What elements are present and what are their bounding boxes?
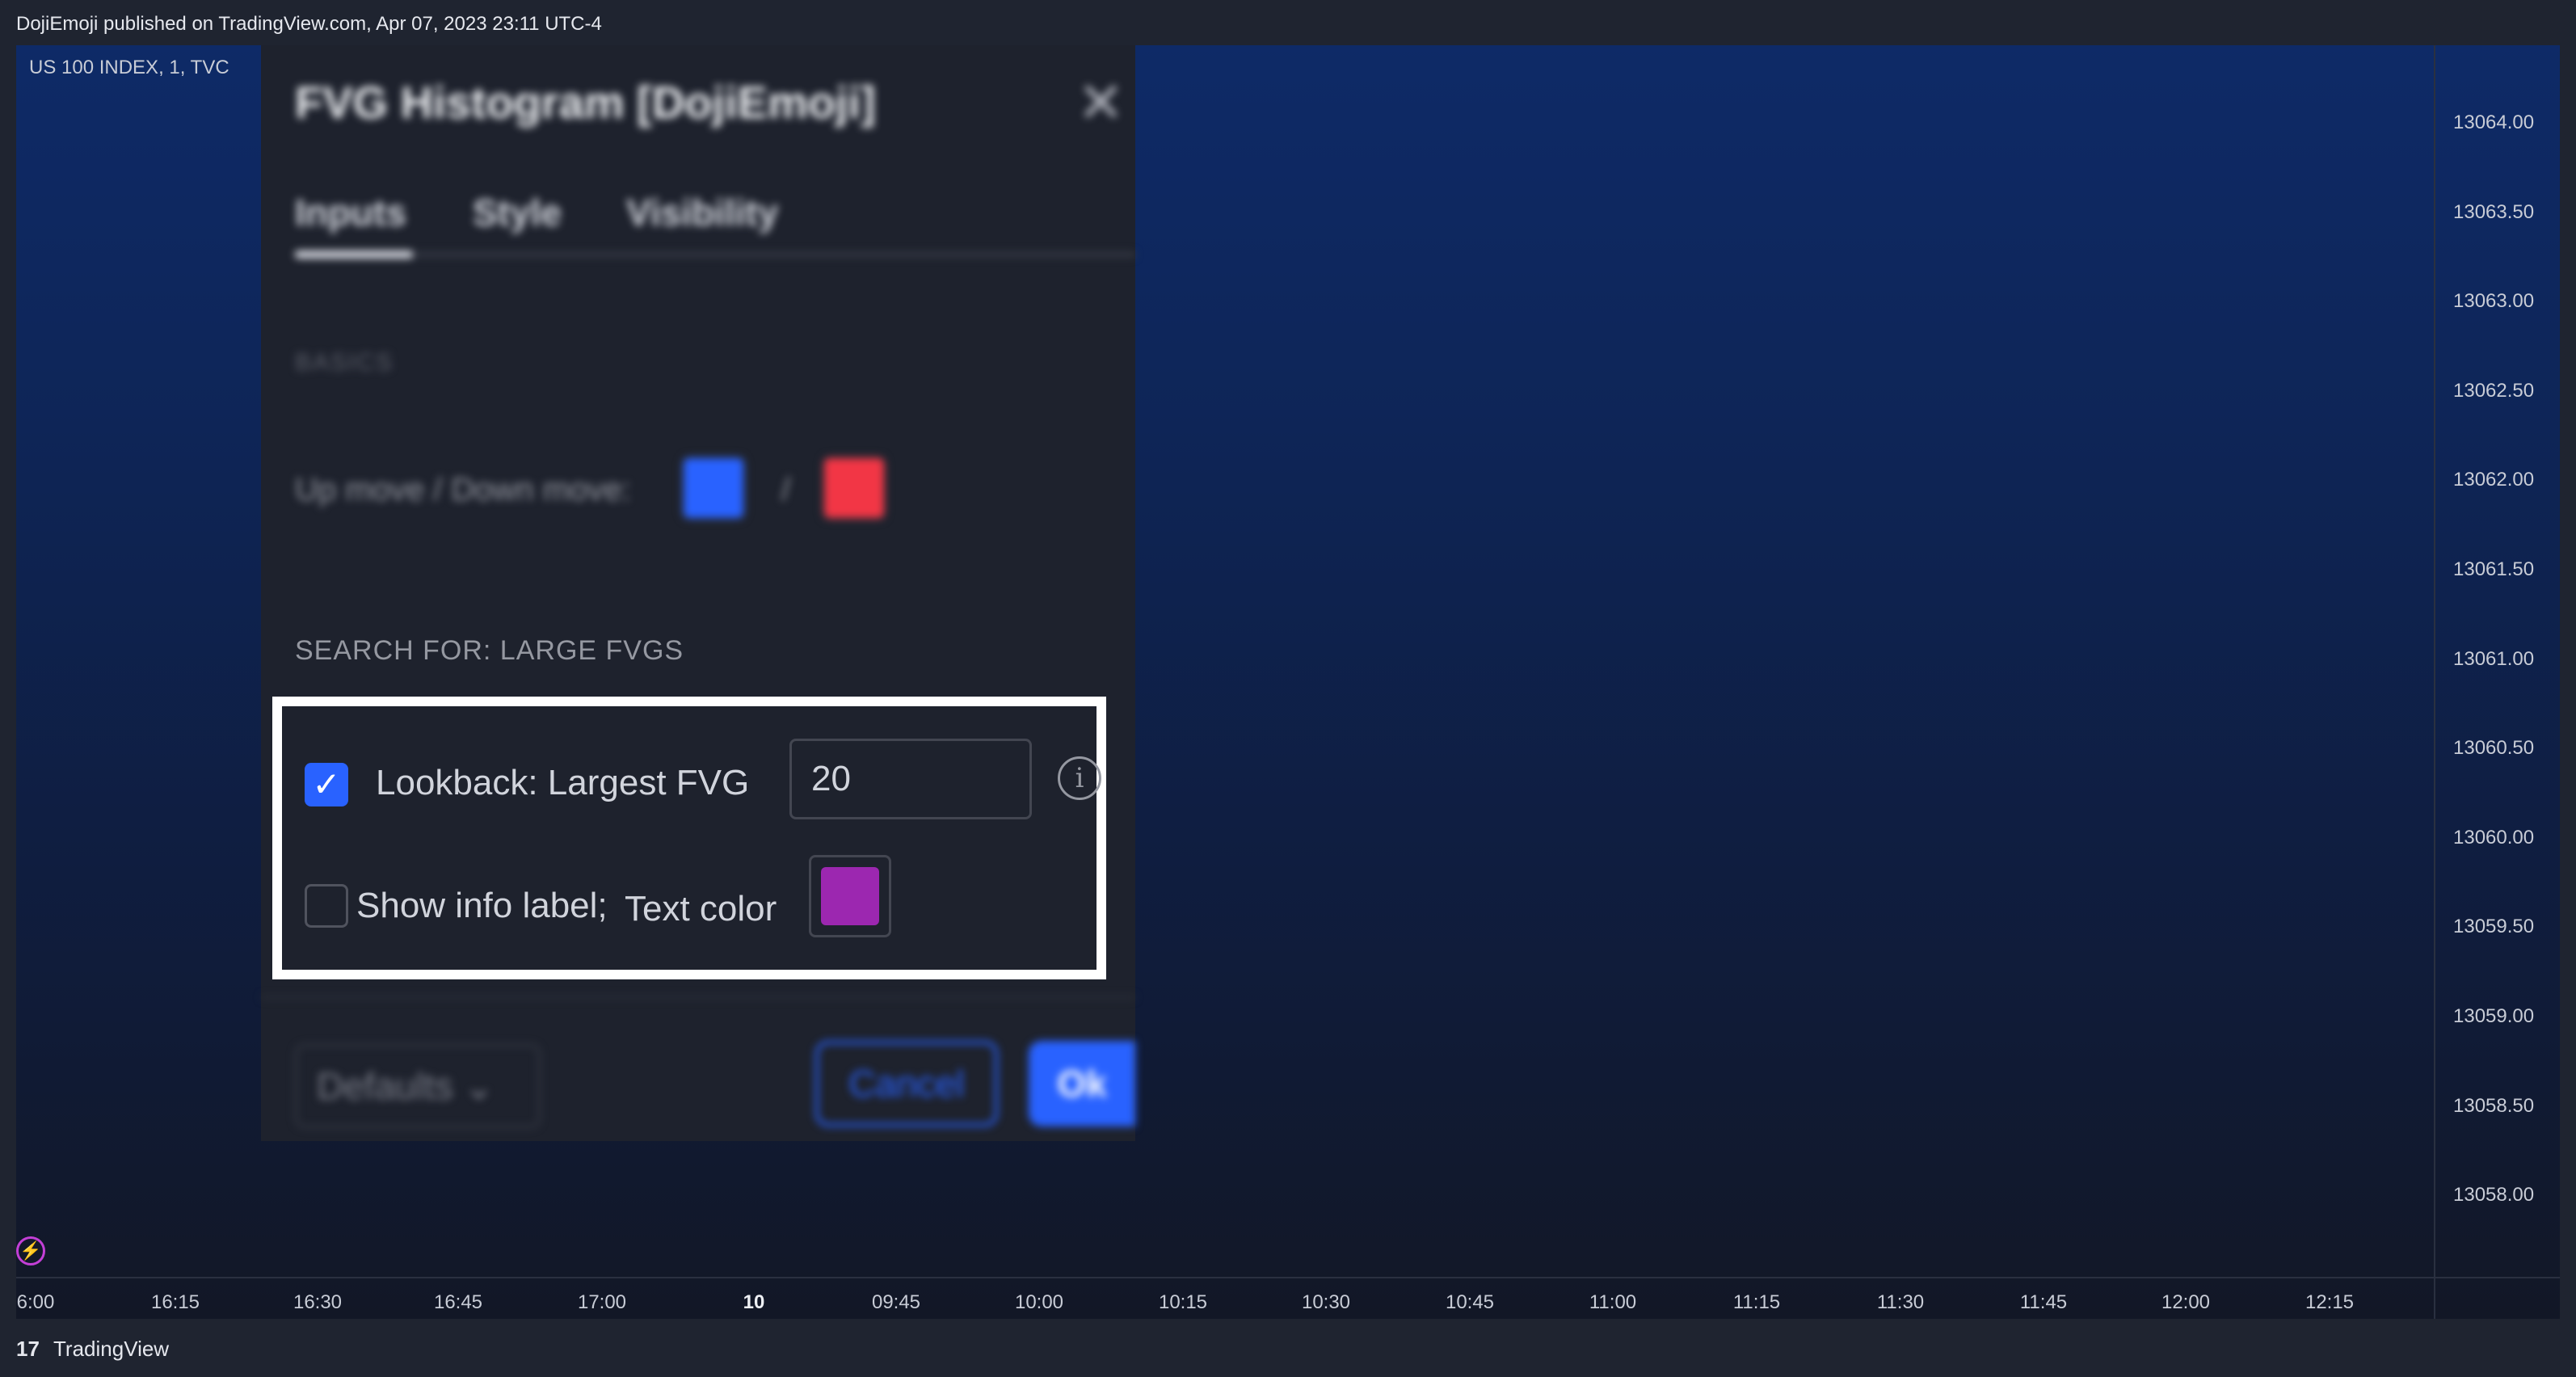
top-bar: DojiEmoji published on TradingView.com, … bbox=[0, 0, 2576, 45]
indicator-settings-dialog: FVG Histogram [DojiEmoji] ✕ Inputs Style… bbox=[261, 45, 1135, 1141]
bottom-bar: 17 TradingView bbox=[0, 1319, 2576, 1377]
time-label: 10:15 bbox=[1158, 1291, 1208, 1313]
lookback-label: Lookback: Largest FVG bbox=[376, 763, 750, 802]
publish-info: DojiEmoji published on TradingView.com, … bbox=[16, 13, 602, 35]
price-label: 13061.50 bbox=[2453, 558, 2535, 580]
down-color-swatch[interactable] bbox=[822, 456, 886, 520]
price-label: 13062.00 bbox=[2453, 469, 2535, 491]
updown-label: Up move / Down move: bbox=[295, 472, 631, 507]
tab-underline bbox=[295, 252, 1135, 257]
time-axis[interactable]: 6:00 16:15 16:30 16:45 17:00 10 09:45 10:00 10:1… bbox=[16, 1277, 2434, 1319]
lightning-icon[interactable]: ⚡ bbox=[16, 1236, 45, 1265]
symbol-label: US 100 INDEX, 1, TVC bbox=[29, 57, 229, 78]
time-label: 10:00 bbox=[1014, 1291, 1064, 1313]
time-label: 10:45 bbox=[1445, 1291, 1495, 1313]
price-label: 13061.00 bbox=[2453, 647, 2535, 670]
text-color-swatch[interactable] bbox=[809, 855, 891, 937]
color-separator: / bbox=[781, 472, 791, 507]
time-label: 11:00 bbox=[1589, 1291, 1637, 1313]
price-label: 13058.00 bbox=[2453, 1184, 2535, 1206]
up-color-swatch[interactable] bbox=[681, 456, 746, 520]
defaults-dropdown[interactable]: Defaults ⌄ bbox=[295, 1044, 541, 1128]
show-info-label-checkbox[interactable] bbox=[305, 884, 348, 928]
active-tab-indicator bbox=[295, 251, 413, 259]
chevron-down-icon: ⌄ bbox=[463, 1065, 495, 1107]
basics-header: BASICS bbox=[295, 349, 394, 376]
price-label: 13060.50 bbox=[2453, 737, 2535, 760]
time-label: 12:00 bbox=[2161, 1291, 2211, 1313]
highlighted-inputs-box: ✓ Lookback: Largest FVG i Show info labe… bbox=[272, 697, 1106, 979]
tradingview-brand: TradingView bbox=[53, 1337, 170, 1361]
price-label: 13062.50 bbox=[2453, 379, 2535, 402]
time-label: 12:15 bbox=[2305, 1291, 2355, 1313]
text-color-label: Text color bbox=[625, 889, 777, 929]
price-label: 13064.00 bbox=[2453, 112, 2535, 133]
time-label: 11:45 bbox=[2019, 1291, 2068, 1313]
show-info-label: Show info label; bbox=[356, 886, 608, 925]
tab-inputs[interactable]: Inputs bbox=[295, 191, 406, 234]
time-label: 10:30 bbox=[1301, 1291, 1351, 1313]
price-label: 13063.00 bbox=[2453, 290, 2535, 313]
time-label: 16:30 bbox=[293, 1291, 343, 1313]
axis-corner bbox=[2434, 1277, 2560, 1319]
time-label: 16:45 bbox=[433, 1291, 483, 1313]
time-label: 10 bbox=[743, 1291, 765, 1313]
price-label: 13059.00 bbox=[2453, 1005, 2535, 1027]
tab-style[interactable]: Style bbox=[473, 191, 562, 234]
text-color-fill bbox=[821, 867, 879, 925]
close-icon[interactable]: ✕ bbox=[1077, 74, 1125, 131]
price-label: 13058.50 bbox=[2453, 1094, 2535, 1117]
search-section-header: SEARCH FOR: LARGE FVGS bbox=[295, 635, 684, 666]
cancel-button[interactable]: Cancel bbox=[815, 1041, 998, 1126]
price-axis[interactable]: 13064.00 13063.50 13063.00 13062.50 13062.00… bbox=[2434, 45, 2560, 1277]
price-label: 13060.00 bbox=[2453, 826, 2535, 849]
time-label: 17:00 bbox=[577, 1291, 627, 1313]
time-label: 6:00 bbox=[16, 1291, 55, 1313]
lookback-checkbox[interactable]: ✓ bbox=[305, 763, 348, 806]
lookback-input[interactable] bbox=[789, 739, 1032, 819]
info-icon[interactable]: i bbox=[1058, 756, 1101, 800]
tradingview-logo-icon: 17 bbox=[16, 1337, 40, 1361]
defaults-label: Defaults bbox=[317, 1065, 453, 1107]
dialog-title: FVG Histogram [DojiEmoji] bbox=[295, 77, 876, 128]
time-label: 11:30 bbox=[1876, 1291, 1925, 1313]
time-label: 16:15 bbox=[150, 1291, 200, 1313]
ok-button[interactable]: Ok bbox=[1029, 1041, 1135, 1126]
footer-divider bbox=[261, 996, 1135, 999]
tab-visibility[interactable]: Visibility bbox=[626, 191, 778, 234]
time-label: 09:45 bbox=[871, 1291, 921, 1313]
time-label: 11:15 bbox=[1732, 1291, 1781, 1313]
price-label: 13059.50 bbox=[2453, 916, 2535, 938]
price-label: 13063.50 bbox=[2453, 200, 2535, 223]
